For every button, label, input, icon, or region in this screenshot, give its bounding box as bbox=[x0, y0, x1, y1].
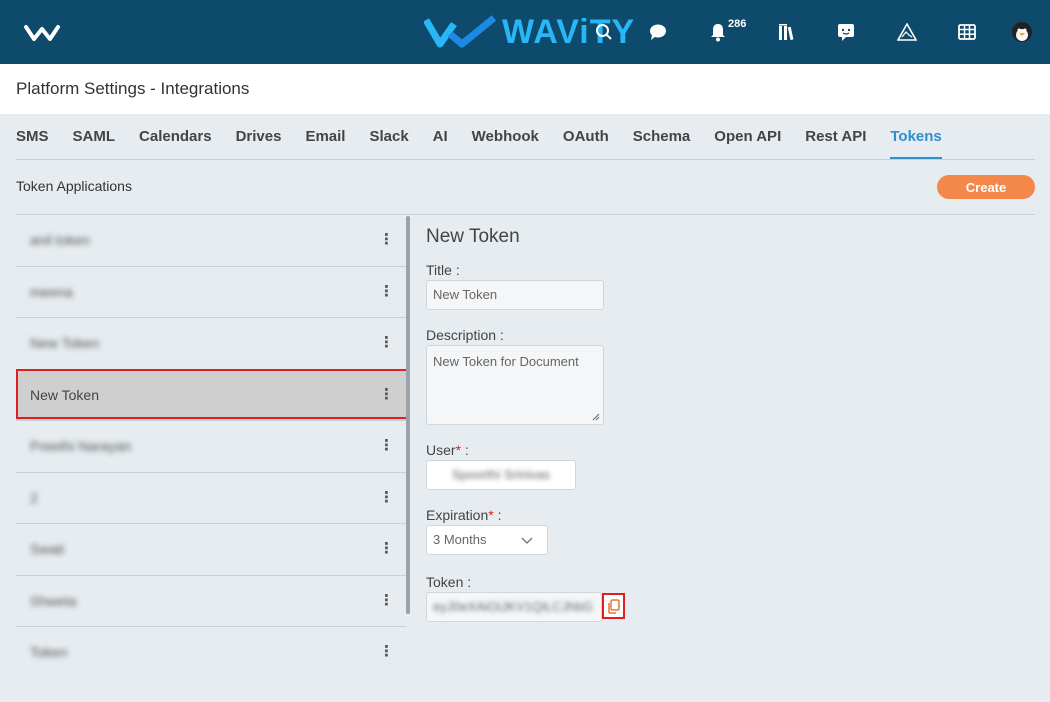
avatar[interactable] bbox=[1010, 20, 1034, 44]
token-value: eyJ0eXAiOiJKV1QiLCJhbG bbox=[433, 599, 593, 614]
list-scrollbar[interactable] bbox=[406, 216, 410, 614]
tab-slack[interactable]: Slack bbox=[369, 118, 408, 159]
copy-icon bbox=[608, 598, 620, 614]
resize-handle-icon[interactable] bbox=[592, 413, 600, 421]
tab-oauth[interactable]: OAuth bbox=[563, 118, 609, 159]
more-options-icon[interactable]: ⋮ bbox=[379, 385, 394, 403]
tab-schema[interactable]: Schema bbox=[633, 118, 691, 159]
token-name: meena bbox=[30, 283, 73, 300]
list-item[interactable]: meena ⋮ bbox=[16, 267, 406, 318]
user-label: User* : bbox=[426, 442, 469, 458]
tab-drives[interactable]: Drives bbox=[236, 118, 282, 159]
token-name: 2 bbox=[30, 489, 38, 506]
page-title: Platform Settings - Integrations bbox=[16, 79, 250, 98]
top-navigation-bar: WAViTY 286 bbox=[0, 0, 1050, 64]
token-name: New Token bbox=[30, 386, 100, 403]
token-label: Token : bbox=[426, 574, 472, 590]
tab-webhook[interactable]: Webhook bbox=[472, 118, 539, 159]
tab-email[interactable]: Email bbox=[305, 118, 345, 159]
form-heading: New Token bbox=[426, 226, 520, 247]
feedback-icon[interactable] bbox=[834, 20, 858, 44]
more-options-icon[interactable]: ⋮ bbox=[379, 488, 394, 506]
chat-icon[interactable] bbox=[646, 20, 670, 44]
list-item[interactable]: New Token ⋮ bbox=[16, 318, 406, 370]
page-header: Platform Settings - Integrations bbox=[0, 64, 1050, 114]
more-options-icon[interactable]: ⋮ bbox=[379, 230, 394, 248]
more-options-icon[interactable]: ⋮ bbox=[379, 436, 394, 454]
tab-saml[interactable]: SAML bbox=[73, 118, 116, 159]
token-list: anil token ⋮ meena ⋮ New Token ⋮ New Tok… bbox=[16, 215, 406, 668]
more-options-icon[interactable]: ⋮ bbox=[379, 591, 394, 609]
description-text: New Token for Document bbox=[433, 354, 579, 369]
token-name: Swati bbox=[30, 541, 65, 557]
title-label: Title : bbox=[426, 262, 460, 278]
title-input[interactable]: New Token bbox=[426, 280, 604, 310]
expiration-label: Expiration* : bbox=[426, 507, 502, 523]
description-textarea[interactable]: New Token for Document bbox=[426, 345, 604, 425]
tab-sms[interactable]: SMS bbox=[16, 118, 49, 159]
expiration-value: 3 Months bbox=[433, 532, 487, 547]
user-value: Spoorthi Srinivas bbox=[451, 467, 551, 482]
description-label: Description : bbox=[426, 327, 504, 343]
grid-icon[interactable] bbox=[955, 20, 979, 44]
more-options-icon[interactable]: ⋮ bbox=[379, 642, 394, 660]
tab-tokens[interactable]: Tokens bbox=[890, 118, 942, 159]
bell-icon[interactable] bbox=[706, 20, 730, 44]
token-name: Preethi Narayan bbox=[30, 438, 132, 454]
brand-mark-icon bbox=[424, 15, 496, 48]
tab-ai[interactable]: AI bbox=[433, 118, 448, 159]
integration-tabs: SMS SAML Calendars Drives Email Slack AI… bbox=[16, 118, 1035, 160]
list-item-selected[interactable]: New Token ⋮ bbox=[16, 369, 406, 421]
more-options-icon[interactable]: ⋮ bbox=[379, 282, 394, 300]
chevron-down-icon bbox=[521, 537, 533, 544]
token-name: anil token bbox=[30, 232, 90, 248]
token-name: Token bbox=[30, 644, 68, 660]
library-icon[interactable] bbox=[775, 20, 799, 44]
triangle-icon[interactable] bbox=[895, 20, 919, 44]
more-options-icon[interactable]: ⋮ bbox=[379, 539, 394, 557]
tab-rest-api[interactable]: Rest API bbox=[805, 118, 866, 159]
create-button[interactable]: Create bbox=[937, 175, 1035, 199]
menu-logo-icon[interactable] bbox=[24, 24, 60, 42]
list-item[interactable]: Shweta ⋮ bbox=[16, 576, 406, 627]
notification-count-badge: 286 bbox=[728, 18, 747, 30]
list-item[interactable]: Token ⋮ bbox=[16, 627, 406, 679]
list-item[interactable]: Swati ⋮ bbox=[16, 524, 406, 576]
token-name: New Token bbox=[30, 335, 100, 351]
list-item[interactable]: 2 ⋮ bbox=[16, 473, 406, 524]
list-item[interactable]: anil token ⋮ bbox=[16, 215, 406, 267]
expiration-dropdown[interactable]: 3 Months bbox=[426, 525, 548, 555]
copy-token-button[interactable] bbox=[602, 593, 625, 619]
search-icon[interactable] bbox=[592, 20, 616, 44]
token-name: Shweta bbox=[30, 592, 77, 609]
more-options-icon[interactable]: ⋮ bbox=[379, 333, 394, 351]
tab-open-api[interactable]: Open API bbox=[714, 118, 781, 159]
tab-calendars[interactable]: Calendars bbox=[139, 118, 212, 159]
token-field[interactable]: eyJ0eXAiOiJKV1QiLCJhbG bbox=[426, 592, 602, 622]
section-title: Token Applications bbox=[16, 178, 132, 194]
list-item[interactable]: Preethi Narayan ⋮ bbox=[16, 421, 406, 473]
user-select[interactable]: Spoorthi Srinivas bbox=[426, 460, 576, 490]
